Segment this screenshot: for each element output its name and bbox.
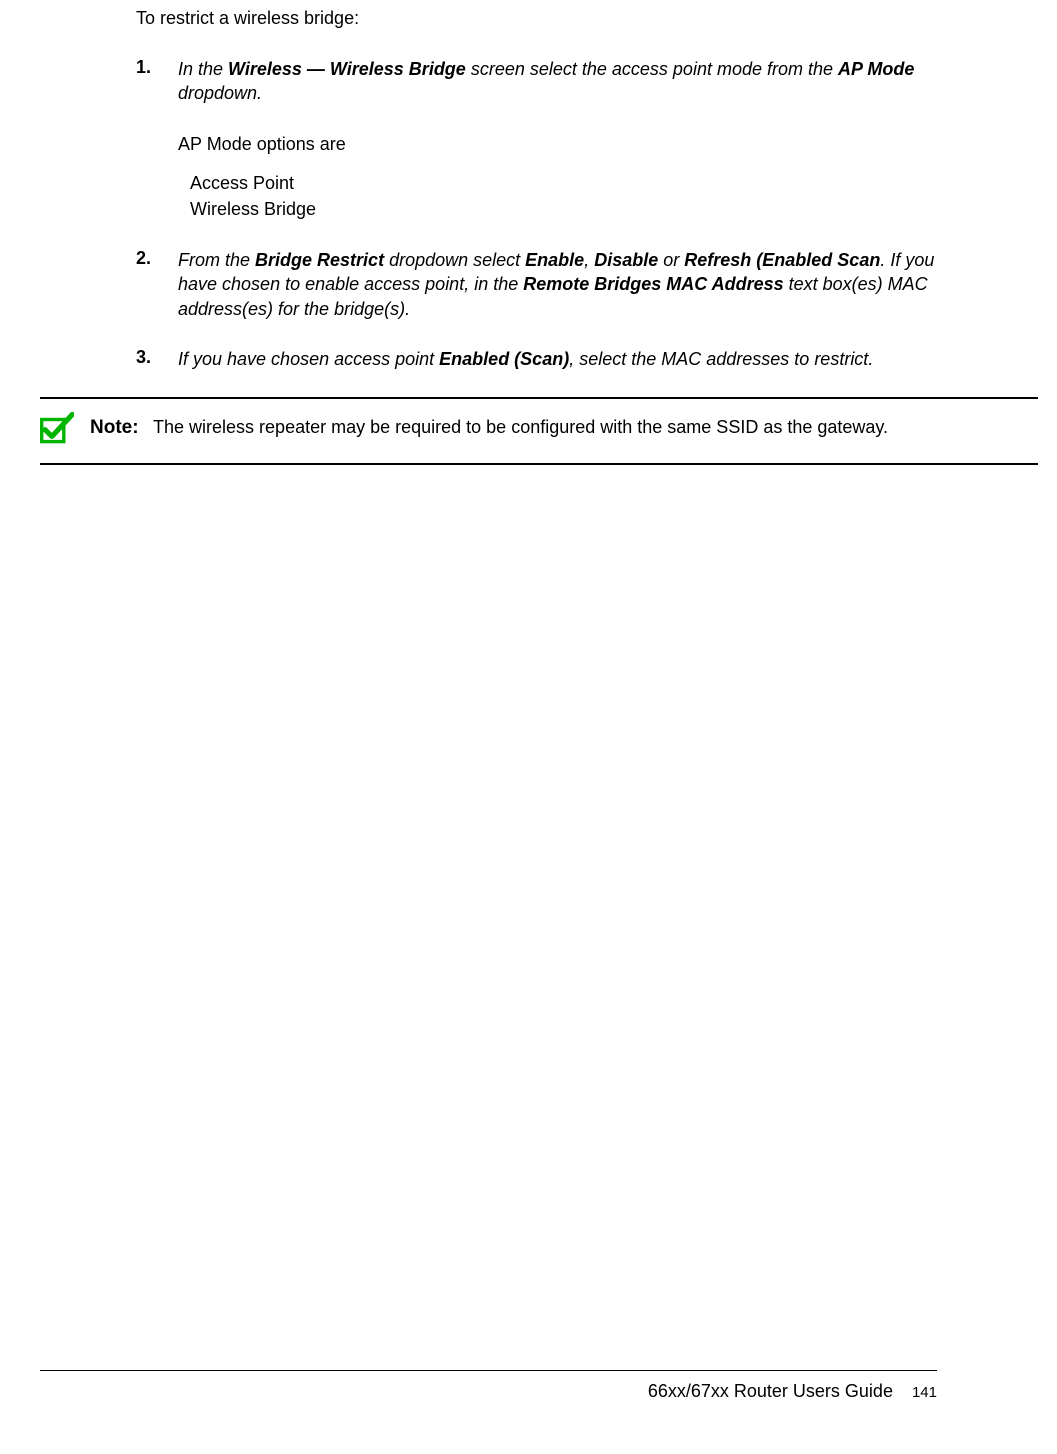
note-content: Note: The wireless repeater may be requi… [90,417,888,439]
footer-text: 66xx/67xx Router Users Guide 141 [40,1381,937,1402]
guide-title: 66xx/67xx Router Users Guide [648,1381,893,1401]
checkmark-icon [40,411,74,445]
note-label: Note: [90,417,139,438]
step-number: 1. [136,57,178,222]
page-footer: 66xx/67xx Router Users Guide 141 [40,1370,937,1402]
option-access-point: Access Point [190,170,937,196]
note-divider-bottom [40,463,1038,465]
step-body: In the Wireless — Wireless Bridge screen… [178,57,937,222]
step-2: 2. From the Bridge Restrict dropdown sel… [136,248,937,321]
step-1-text: In the Wireless — Wireless Bridge screen… [178,59,914,103]
step-list: 1. In the Wireless — Wireless Bridge scr… [136,57,937,371]
footer-divider [40,1370,937,1371]
step-number: 3. [136,347,178,371]
step-number: 2. [136,248,178,321]
step-3: 3. If you have chosen access point Enabl… [136,347,937,371]
page-number: 141 [912,1384,937,1401]
option-wireless-bridge: Wireless Bridge [190,196,937,222]
ap-mode-label: AP Mode options are [178,132,937,156]
step-1: 1. In the Wireless — Wireless Bridge scr… [136,57,937,222]
note-text: The wireless repeater may be required to… [153,417,888,437]
note-box: Note: The wireless repeater may be requi… [40,399,1038,463]
step-body: If you have chosen access point Enabled … [178,347,873,371]
page-content: To restrict a wireless bridge: 1. In the… [0,0,1057,465]
step-body: From the Bridge Restrict dropdown select… [178,248,937,321]
intro-text: To restrict a wireless bridge: [136,8,937,29]
ap-mode-options: Access Point Wireless Bridge [178,170,937,222]
